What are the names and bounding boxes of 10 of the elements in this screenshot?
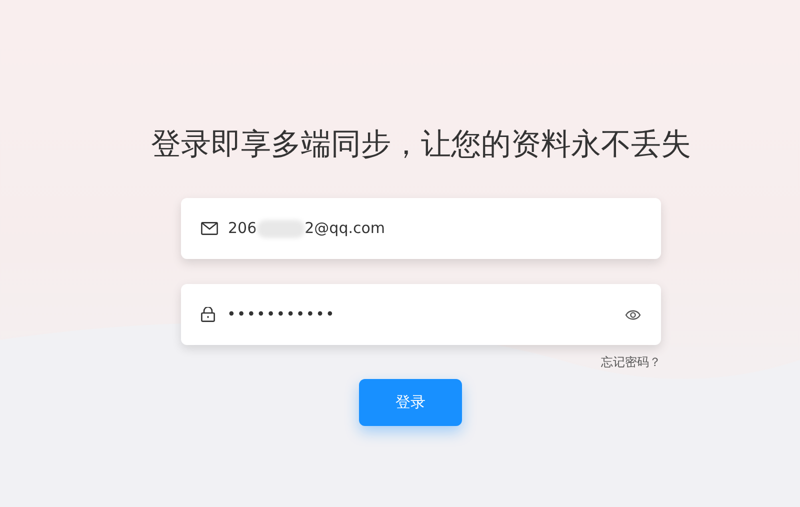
email-field[interactable]: 206 2@qq.com <box>181 198 661 259</box>
email-text: 206 <box>228 218 257 240</box>
password-field[interactable]: ••••••••••• <box>181 284 661 345</box>
envelope-icon <box>201 222 218 235</box>
email-text: 2@qq.com <box>304 218 386 240</box>
lock-icon <box>201 307 215 322</box>
forgot-password-link[interactable]: 忘记密码？ <box>601 353 661 371</box>
password-text: ••••••••••• <box>227 304 336 326</box>
heading: 登录即享多端同步，让您的资料永不丢失 <box>151 126 691 164</box>
eye-icon[interactable] <box>625 308 641 320</box>
